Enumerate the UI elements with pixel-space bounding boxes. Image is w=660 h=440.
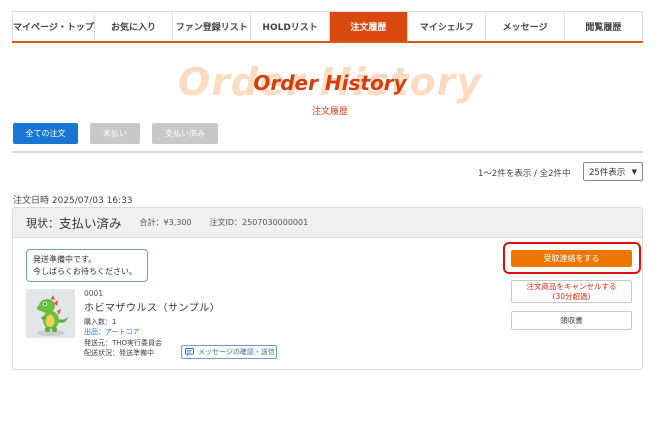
message-icon: [185, 348, 194, 356]
receive-confirm-button[interactable]: 受取連絡をする: [511, 250, 632, 267]
order-card-header: 現状： 支払い済み 合計：¥3,300 注文ID：2507030000001: [13, 208, 642, 238]
cancel-button-line1: 注文商品をキャンセルする: [526, 282, 617, 291]
chevron-down-icon: ▼: [631, 168, 637, 176]
order-id: 注文ID：2507030000001: [209, 218, 309, 227]
page-title: Order History: [253, 71, 407, 95]
shipping-notice-line2: 今しばらくお待ちください。: [33, 267, 137, 276]
item-delivery-status: 配送状況：発送準備中: [84, 349, 154, 357]
cancel-order-button[interactable]: 注文商品をキャンセルする (30分超過): [511, 280, 632, 303]
tab-all-orders[interactable]: 全ての注文: [13, 123, 78, 144]
seller-label[interactable]: 出品：: [84, 328, 105, 336]
per-page-value: 25件表示: [589, 167, 626, 178]
receipt-button[interactable]: 領収書: [511, 311, 632, 330]
nav-item-browsing-history[interactable]: 閲覧履歴: [564, 12, 644, 41]
order-card: 現状： 支払い済み 合計：¥3,300 注文ID：2507030000001 発…: [12, 207, 643, 370]
cancel-button-line2: (30分超過): [552, 292, 591, 301]
order-filter-tabs: 全ての注文 未払い 支払い済み: [13, 123, 218, 144]
message-button-label: メッセージの確認・送信: [198, 348, 275, 356]
item-name[interactable]: ホビマザウルス（サンプル）: [84, 299, 220, 314]
nav-item-favorites[interactable]: お気に入り: [94, 12, 174, 41]
dinosaur-figure-image: [26, 289, 75, 338]
tab-paid[interactable]: 支払い済み: [152, 123, 218, 144]
shipping-notice: 発送準備中です。 今しばらくお待ちください。: [26, 249, 148, 282]
nav-item-hold-list[interactable]: HOLDリスト: [251, 12, 330, 41]
nav-item-my-shelf[interactable]: マイシェルフ: [408, 12, 487, 41]
status-label: 現状：: [26, 216, 59, 230]
item-seller: 出品：アートコア: [84, 327, 140, 337]
shipping-notice-line1: 発送準備中です。: [33, 255, 97, 264]
product-thumbnail[interactable]: [26, 289, 75, 338]
tab-unpaid[interactable]: 未払い: [90, 123, 140, 144]
message-button[interactable]: メッセージの確認・送信: [181, 345, 277, 359]
item-number: 0001: [84, 289, 104, 298]
order-date: 注文日時 2025/07/03 16:33: [13, 196, 133, 206]
item-ship-from: 発送元：THO実行委員会: [84, 339, 163, 347]
seller-link[interactable]: アートコア: [105, 328, 140, 336]
per-page-select[interactable]: 25件表示 ▼: [583, 162, 643, 181]
status-value: 支払い済み: [59, 216, 122, 231]
nav-item-mypage-top[interactable]: マイページ・トップ: [12, 12, 95, 41]
nav-item-messages[interactable]: メッセージ: [486, 12, 565, 41]
page-subtitle: 注文履歴: [311, 107, 348, 117]
result-count: 1～2件を表示 / 全2件中: [478, 169, 571, 179]
item-quantity: 購入数：1: [84, 318, 117, 326]
mypage-nav: マイページ・トップ お気に入り ファン登録リスト HOLDリスト 注文履歴 マイ…: [12, 11, 644, 43]
order-total: 合計：¥3,300: [139, 218, 192, 227]
nav-item-fan-list[interactable]: ファン登録リスト: [173, 12, 252, 41]
nav-item-order-history[interactable]: 注文履歴: [329, 12, 409, 41]
divider: [12, 151, 643, 153]
